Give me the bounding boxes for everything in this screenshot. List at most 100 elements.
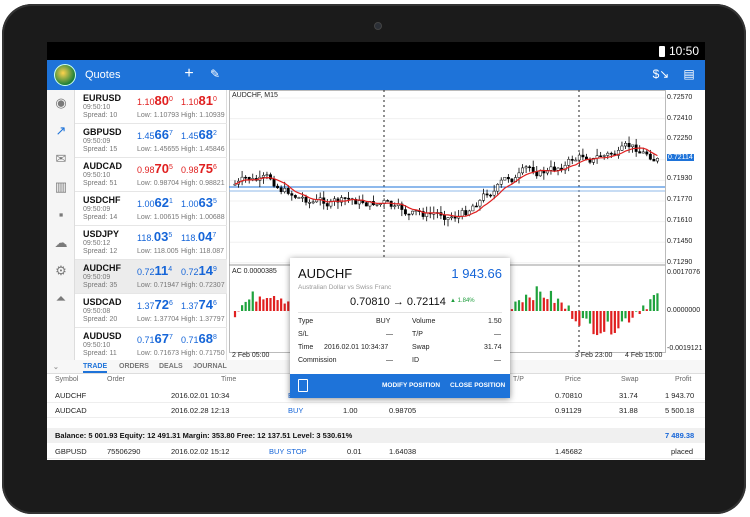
ac-bar bbox=[652, 294, 655, 311]
bid-pips: 67 bbox=[154, 331, 169, 346]
candle-body bbox=[631, 144, 635, 148]
history-icon[interactable]: ▥ bbox=[54, 180, 68, 194]
header-order[interactable]: Order bbox=[107, 376, 125, 383]
ac-bar bbox=[233, 311, 237, 318]
quote-row[interactable]: AUDCHF 09:50:09 Spread: 35 0.72114 0.72149 Lo… bbox=[75, 260, 227, 294]
position-time: 2016.02.28 12:13 bbox=[171, 406, 230, 415]
status-bar: 10:50 bbox=[47, 42, 705, 60]
candle-body bbox=[588, 159, 592, 163]
quote-time: 09:50:09 bbox=[83, 206, 111, 213]
header-swap[interactable]: Swap bbox=[621, 376, 639, 383]
quote-row[interactable]: EURUSD 09:50:10 Spread: 10 1.10800 1.10810 Lo… bbox=[75, 90, 227, 124]
quotes-icon[interactable]: ◉ bbox=[54, 96, 68, 110]
community-icon[interactable]: ⏶ bbox=[54, 292, 68, 306]
ask-prefix: 1.37 bbox=[181, 301, 199, 311]
position-profit: 5 500.18 bbox=[665, 406, 695, 415]
ac-bar bbox=[272, 296, 276, 311]
candle-body bbox=[453, 216, 457, 219]
candle-body bbox=[620, 145, 624, 151]
position-volume: 1.00 bbox=[343, 406, 358, 415]
order-status: placed bbox=[671, 447, 694, 456]
front-camera bbox=[374, 22, 382, 30]
position-time: 2016.02.01 10:34 bbox=[171, 391, 230, 400]
quote-row[interactable]: USDCHF 09:50:09 Spread: 14 1.00621 1.00635 Lo… bbox=[75, 192, 227, 226]
header-symbol[interactable]: Symbol bbox=[55, 376, 78, 383]
modify-position-button[interactable]: MODIFY POSITION bbox=[382, 382, 440, 389]
quote-row[interactable]: AUDUSD 09:50:10 Spread: 11 0.71677 0.71688 Lo… bbox=[75, 328, 227, 362]
quote-row[interactable]: GBPUSD 09:50:09 Spread: 15 1.45667 1.45682 Lo… bbox=[75, 124, 227, 158]
time-value: 2016.02.01 10:34:37 bbox=[324, 344, 389, 351]
messages-icon[interactable]: ▪ bbox=[54, 208, 68, 222]
edit-icon[interactable]: ✎ bbox=[205, 64, 225, 84]
bid-pips: 11 bbox=[154, 263, 169, 278]
bid-pips: 03 bbox=[153, 229, 169, 244]
candle-body bbox=[343, 197, 347, 199]
ac-bar bbox=[624, 311, 627, 319]
quote-row[interactable]: USDCAD 09:50:08 Spread: 20 1.37726 1.37746 Lo… bbox=[75, 294, 227, 328]
tab-deals[interactable]: DEALS bbox=[159, 363, 183, 370]
bid-fraction: 7 bbox=[169, 130, 173, 137]
candle-body bbox=[599, 155, 603, 157]
ask-prefix: 1.00 bbox=[181, 199, 199, 209]
position-symbol: AUDCHF bbox=[55, 391, 87, 400]
header-price[interactable]: Price bbox=[565, 376, 581, 383]
candle-body bbox=[478, 200, 482, 207]
quote-row[interactable]: AUDCAD 09:50:10 Spread: 51 0.98705 0.98756 Lo… bbox=[75, 158, 227, 192]
ac-bar bbox=[521, 302, 524, 311]
candle-body bbox=[411, 210, 414, 215]
collapse-icon[interactable]: ⌄ bbox=[53, 363, 59, 371]
tab-journal[interactable]: JOURNAL bbox=[193, 363, 227, 370]
settings-icon[interactable]: ⚙ bbox=[54, 264, 68, 278]
quote-ask: 1.10810 bbox=[181, 93, 217, 108]
candle-body bbox=[641, 151, 645, 154]
document-icon[interactable] bbox=[298, 379, 308, 392]
ask-fraction: 6 bbox=[213, 164, 217, 171]
quote-spread: Spread: 35 bbox=[83, 282, 118, 289]
quote-high: High: 1.00688 bbox=[181, 214, 225, 221]
header-profit[interactable]: Profit bbox=[675, 376, 691, 383]
quote-bid: 0.72114 bbox=[137, 263, 172, 278]
header-time[interactable]: Time bbox=[221, 376, 236, 383]
add-symbol-button[interactable]: + bbox=[179, 64, 199, 84]
header-tp[interactable]: T/P bbox=[513, 376, 524, 383]
quote-row[interactable]: USDJPY 09:50:12 Spread: 12 118.035 118.047 Lo… bbox=[75, 226, 227, 260]
candle-body bbox=[624, 143, 627, 147]
tab-trade[interactable]: TRADE bbox=[83, 363, 108, 373]
ask-prefix: 1.10 bbox=[181, 97, 199, 107]
ac-bar bbox=[649, 299, 652, 311]
order-volume: 0.01 bbox=[347, 447, 362, 456]
ac-bar bbox=[549, 290, 553, 311]
id-value: — bbox=[494, 357, 501, 364]
chat-icon[interactable]: ☁ bbox=[54, 236, 68, 250]
quote-symbol: USDCHF bbox=[83, 195, 121, 205]
candle-body bbox=[542, 170, 546, 174]
ac-bar bbox=[567, 305, 570, 311]
tp-value: — bbox=[494, 331, 501, 338]
position-symbol: AUDCAD bbox=[55, 406, 87, 415]
candle-body bbox=[471, 205, 475, 212]
chart-icon[interactable]: ↗ bbox=[54, 124, 68, 138]
ask-pips: 74 bbox=[198, 297, 213, 312]
pending-order-row[interactable]: GBPUSD 75506290 2016.02.02 15:12 BUY STO… bbox=[47, 444, 705, 459]
candle-body bbox=[535, 171, 539, 177]
quote-ask: 1.45682 bbox=[181, 127, 217, 142]
battery-icon bbox=[658, 45, 665, 57]
close-position-button[interactable]: CLOSE POSITION bbox=[450, 382, 505, 389]
candle-body bbox=[627, 143, 631, 148]
candle-body bbox=[609, 152, 613, 155]
ac-bar bbox=[525, 294, 528, 311]
quote-high: High: 0.71750 bbox=[181, 350, 225, 357]
quote-bid: 1.45667 bbox=[137, 127, 173, 142]
ask-fraction: 8 bbox=[213, 334, 217, 341]
new-document-icon[interactable]: ▤ bbox=[679, 64, 699, 84]
tab-orders[interactable]: ORDERS bbox=[119, 363, 149, 370]
ac-bar bbox=[262, 299, 265, 311]
trade-icon[interactable]: ✉ bbox=[54, 152, 68, 166]
app-title: Quotes bbox=[85, 69, 121, 81]
trade-order-icon[interactable]: $↘ bbox=[651, 64, 671, 84]
position-row[interactable]: AUDCAD 2016.02.28 12:13 BUY 1.00 0.98705… bbox=[47, 403, 705, 418]
quote-spread: Spread: 51 bbox=[83, 180, 118, 187]
ac-bar bbox=[553, 302, 556, 311]
price-tick: 0.72250 bbox=[667, 135, 693, 142]
position-price: 0.70810 bbox=[555, 391, 583, 400]
